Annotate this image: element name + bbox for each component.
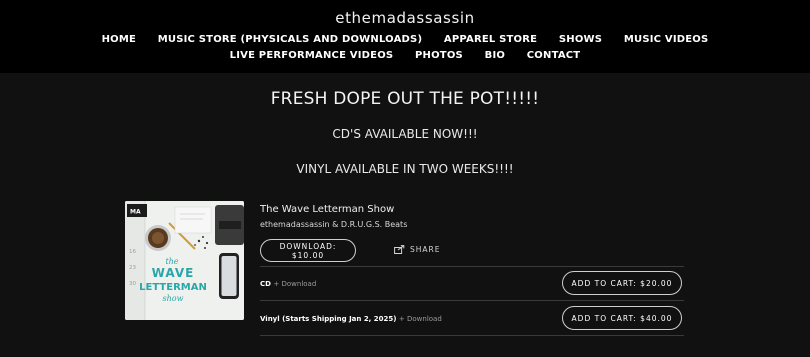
download-button[interactable]: DOWNLOAD: $10.00 xyxy=(260,239,356,262)
album-cover-art: 16 23 30 MA the WAVE LETTERMAN show xyxy=(125,201,244,320)
nav-contact[interactable]: CONTACT xyxy=(527,50,581,61)
nav-apparel-store[interactable]: APPAREL STORE xyxy=(444,34,537,45)
svg-text:show: show xyxy=(163,294,184,303)
svg-text:30: 30 xyxy=(129,281,136,287)
site-title[interactable]: ethemadassassin xyxy=(0,9,810,27)
nav-shows[interactable]: SHOWS xyxy=(559,34,602,45)
variant-vinyl: Vinyl (Starts Shipping Jan 2, 2025) + Do… xyxy=(260,315,442,323)
variant-vinyl-name: Vinyl (Starts Shipping Jan 2, 2025) xyxy=(260,315,397,323)
add-to-cart-vinyl-button[interactable]: ADD TO CART: $40.00 xyxy=(562,306,682,330)
variant-cd-name: CD xyxy=(260,280,271,288)
product-title[interactable]: The Wave Letterman Show xyxy=(260,204,394,215)
share-label: SHARE xyxy=(410,245,441,254)
nav-music-store[interactable]: MUSIC STORE (PHYSICALS AND DOWNLOADS) xyxy=(158,34,422,45)
svg-text:LETTERMAN: LETTERMAN xyxy=(139,282,207,293)
add-to-cart-cd-button[interactable]: ADD TO CART: $20.00 xyxy=(562,271,682,295)
nav-live-performance-videos[interactable]: LIVE PERFORMANCE VIDEOS xyxy=(230,50,394,61)
svg-text:16: 16 xyxy=(129,249,136,255)
product-artist: ethemadassassin & D.R.U.G.S. Beats xyxy=(260,220,408,229)
share-button[interactable]: SHARE xyxy=(394,245,440,254)
page-headline: FRESH DOPE OUT THE POT!!!!! xyxy=(270,89,540,109)
variant-cd-extra: + Download xyxy=(273,280,317,288)
main-nav-row-1: HOME MUSIC STORE (PHYSICALS AND DOWNLOAD… xyxy=(0,34,810,45)
main-nav-row-2: LIVE PERFORMANCE VIDEOS PHOTOS BIO CONTA… xyxy=(0,50,810,61)
vinyl-availability-text: VINYL AVAILABLE IN TWO WEEKS!!!! xyxy=(296,162,514,176)
site-header: ethemadassassin HOME MUSIC STORE (PHYSIC… xyxy=(0,0,810,73)
share-icon xyxy=(394,245,405,254)
divider xyxy=(260,300,684,301)
variant-cd: CD + Download xyxy=(260,280,316,288)
nav-bio[interactable]: BIO xyxy=(485,50,505,61)
svg-text:23: 23 xyxy=(129,265,136,271)
nav-photos[interactable]: PHOTOS xyxy=(415,50,463,61)
divider xyxy=(260,335,684,336)
svg-text:MA: MA xyxy=(130,209,141,216)
variant-vinyl-extra: + Download xyxy=(398,315,442,323)
album-cover-image[interactable]: 16 23 30 MA the WAVE LETTERMAN show xyxy=(125,201,244,320)
nav-home[interactable]: HOME xyxy=(102,34,136,45)
cd-availability-text: CD'S AVAILABLE NOW!!! xyxy=(332,127,478,141)
svg-text:WAVE: WAVE xyxy=(152,266,195,280)
nav-music-videos[interactable]: MUSIC VIDEOS xyxy=(624,34,709,45)
divider xyxy=(260,266,684,267)
svg-text:the: the xyxy=(165,257,178,266)
